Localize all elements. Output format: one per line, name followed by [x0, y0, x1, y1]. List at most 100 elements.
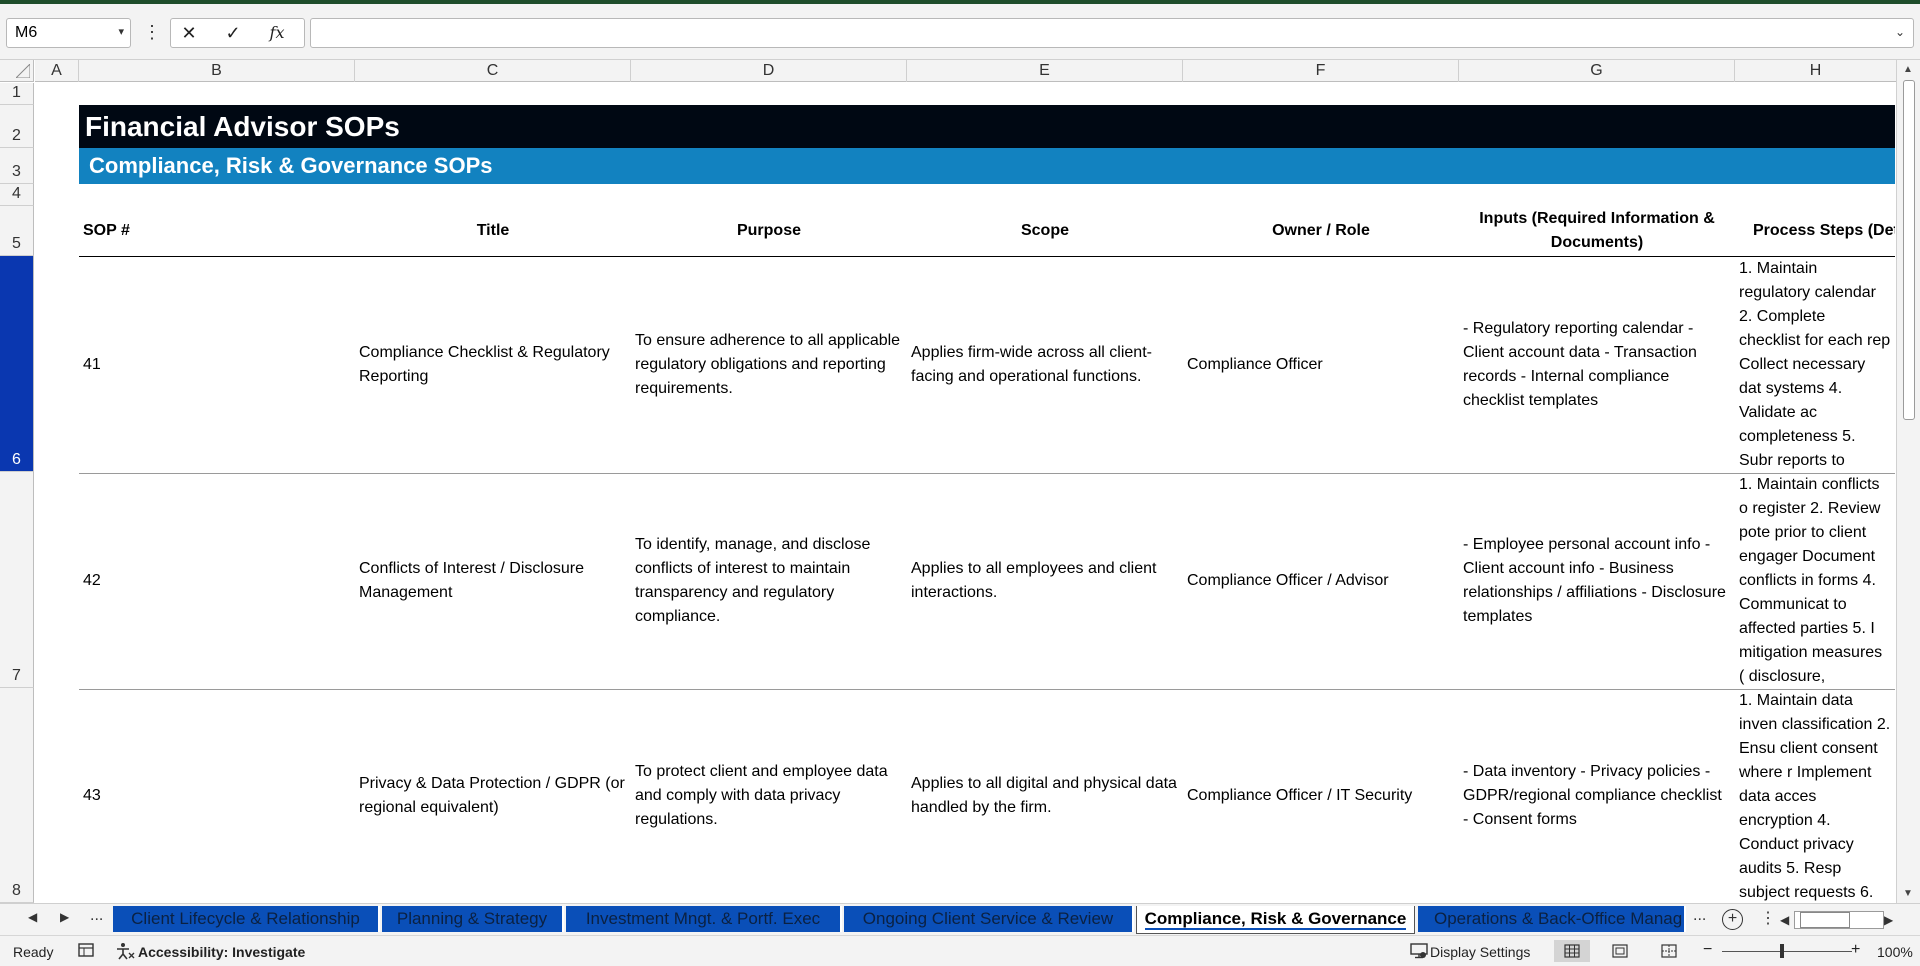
tab-scroll-left-icon[interactable]: ◀ [28, 910, 37, 924]
display-settings-label[interactable]: Display Settings [1430, 944, 1530, 960]
select-all-corner[interactable] [0, 60, 34, 82]
cell-scope[interactable]: Applies to all employees and client inte… [907, 473, 1183, 689]
row-number: 4 [12, 185, 21, 202]
row-number: 7 [12, 667, 21, 684]
cell-purpose[interactable]: To protect client and employee data and … [631, 689, 907, 903]
row-header-8[interactable]: 8 [0, 688, 34, 903]
zoom-slider-handle[interactable] [1780, 944, 1784, 958]
cell-sop-number[interactable]: 42 [79, 473, 355, 689]
header-scope[interactable]: Scope [907, 206, 1183, 256]
insert-function-icon[interactable]: fx [263, 22, 291, 44]
header-process-steps[interactable]: Process Steps (Deta [1735, 206, 1895, 256]
enter-check-icon[interactable]: ✓ [219, 22, 247, 44]
sheet-subtitle[interactable]: Compliance, Risk & Governance SOPs [79, 148, 1895, 184]
name-box[interactable]: M6 ▾ [6, 18, 131, 48]
vertical-scrollbar[interactable]: ▲ ▼ [1896, 60, 1920, 903]
tab-compliance-risk-governance[interactable]: Compliance, Risk & Governance [1136, 906, 1415, 934]
cell-owner-role[interactable]: Compliance Officer / Advisor [1183, 473, 1459, 689]
accessibility-icon[interactable] [115, 942, 135, 963]
header-sop-number[interactable]: SOP # [79, 206, 355, 256]
zoom-in-button[interactable]: + [1851, 941, 1860, 959]
row-header-2[interactable]: 2 [0, 105, 34, 148]
formula-buttons: ✕ ✓ fx [170, 18, 305, 48]
header-purpose[interactable]: Purpose [631, 206, 907, 256]
active-tab-indicator [1145, 928, 1406, 930]
zoom-out-button[interactable]: − [1703, 941, 1712, 959]
cell-scope[interactable]: Applies to all digital and physical data… [907, 689, 1183, 903]
column-header-a[interactable]: A [35, 60, 79, 82]
row-number: 1 [12, 84, 21, 101]
cancel-icon[interactable]: ✕ [175, 22, 203, 44]
row-header-1[interactable]: 1 [0, 83, 34, 105]
normal-view-icon[interactable] [1554, 940, 1590, 962]
header-owner-role[interactable]: Owner / Role [1183, 206, 1459, 256]
zoom-slider[interactable] [1722, 951, 1852, 952]
status-ready: Ready [13, 944, 54, 960]
tab-investment-management[interactable]: Investment Mngt. & Portf. Exec [566, 906, 842, 932]
cell-owner-role[interactable]: Compliance Officer / IT Security [1183, 689, 1459, 903]
tab-label: Compliance, Risk & Governance [1144, 909, 1407, 928]
tab-scroll-right-icon[interactable]: ▶ [60, 910, 69, 924]
cell-inputs[interactable]: - Employee personal account info - Clien… [1459, 473, 1735, 689]
accessibility-status[interactable]: Accessibility: Investigate [138, 944, 305, 960]
column-header-h[interactable]: H [1735, 60, 1896, 82]
scroll-up-icon[interactable]: ▲ [1903, 64, 1913, 75]
cell-owner-role[interactable]: Compliance Officer [1183, 257, 1459, 473]
column-header-g[interactable]: G [1459, 60, 1735, 82]
tab-overflow-right[interactable]: ... [1693, 907, 1706, 925]
tab-operations-back-office[interactable]: Operations & Back-Office Manag [1418, 906, 1686, 932]
hscroll-right-icon[interactable]: ▶ [1884, 913, 1893, 927]
vertical-scroll-thumb[interactable] [1903, 80, 1915, 420]
tab-ongoing-client-service[interactable]: Ongoing Client Service & Review [844, 906, 1134, 932]
name-box-dropdown-icon[interactable]: ▾ [118, 25, 124, 38]
status-bar: Ready Accessibility: Investigate Display… [0, 935, 1920, 966]
column-header-b[interactable]: B [79, 60, 355, 82]
formula-expand-icon[interactable]: ⌄ [1895, 25, 1905, 39]
page-break-preview-icon[interactable] [1651, 940, 1687, 962]
cell-title[interactable]: Privacy & Data Protection / GDPR (or reg… [355, 689, 631, 903]
macro-record-icon[interactable] [78, 942, 94, 961]
page-layout-view-icon[interactable] [1602, 940, 1638, 962]
tab-overflow-left[interactable]: ... [90, 907, 103, 925]
scroll-down-icon[interactable]: ▼ [1903, 888, 1913, 899]
hscroll-left-icon[interactable]: ◀ [1780, 913, 1789, 927]
formula-bar-row: M6 ▾ ⋮ ✕ ✓ fx ⌄ [0, 4, 1920, 60]
row-header-4[interactable]: 4 [0, 184, 34, 206]
cell-process-steps[interactable]: 1. Maintain regulatory calendar 2. Compl… [1735, 257, 1895, 473]
tab-client-lifecycle[interactable]: Client Lifecycle & Relationship [113, 906, 380, 932]
add-sheet-icon[interactable]: + [1722, 909, 1743, 930]
horizontal-scrollbar[interactable]: ◀ ▶ [1780, 911, 1893, 929]
cell-title[interactable]: Compliance Checklist & Regulatory Report… [355, 257, 631, 473]
zoom-level[interactable]: 100% [1877, 944, 1913, 960]
header-title[interactable]: Title [355, 206, 631, 256]
cell-process-steps[interactable]: 1. Maintain conflicts o register 2. Revi… [1735, 473, 1895, 689]
row-header-7[interactable]: 7 [0, 472, 34, 688]
cell-inputs[interactable]: - Data inventory - Privacy policies - GD… [1459, 689, 1735, 903]
cell-process-steps[interactable]: 1. Maintain data inven classification 2.… [1735, 689, 1895, 903]
row-header-6[interactable]: 6 [0, 256, 34, 472]
column-header-d[interactable]: D [631, 60, 907, 82]
formula-input[interactable]: ⌄ [310, 18, 1914, 48]
row-header-3[interactable]: 3 [0, 148, 34, 184]
row-header-5[interactable]: 5 [0, 206, 34, 256]
display-settings-icon[interactable] [1410, 942, 1428, 963]
cell-purpose[interactable]: To ensure adherence to all applicable re… [631, 257, 907, 473]
cell-sop-number[interactable]: 41 [79, 257, 355, 473]
column-header-e[interactable]: E [907, 60, 1183, 82]
tab-planning-strategy[interactable]: Planning & Strategy [382, 906, 564, 932]
horizontal-scroll-thumb[interactable] [1800, 912, 1850, 928]
cell-title[interactable]: Conflicts of Interest / Disclosure Manag… [355, 473, 631, 689]
more-options-icon[interactable]: ⋮ [143, 22, 161, 42]
cell-inputs[interactable]: - Regulatory reporting calendar - Client… [1459, 257, 1735, 473]
column-headers: A B C D E F G H [35, 60, 1896, 82]
sheet-title[interactable]: Financial Advisor SOPs [79, 105, 1895, 148]
cell-scope[interactable]: Applies firm-wide across all client-faci… [907, 257, 1183, 473]
cell-purpose[interactable]: To identify, manage, and disclose confli… [631, 473, 907, 689]
row-number: 5 [12, 235, 21, 252]
column-header-c[interactable]: C [355, 60, 631, 82]
cell-sop-number[interactable]: 43 [79, 689, 355, 903]
column-header-f[interactable]: F [1183, 60, 1459, 82]
tabs-more-icon[interactable]: ⋮ [1760, 908, 1776, 928]
worksheet-grid[interactable]: Financial Advisor SOPs Compliance, Risk … [35, 83, 1895, 903]
header-inputs[interactable]: Inputs (Required Information & Documents… [1459, 206, 1735, 256]
